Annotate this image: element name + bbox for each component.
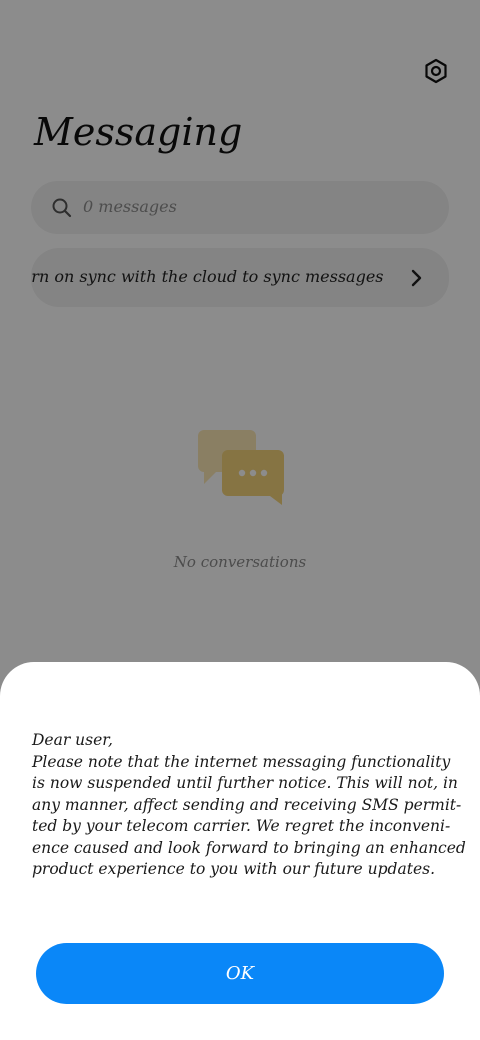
dialog-line: any manner, affect sending and receiving… xyxy=(32,795,462,814)
ok-button[interactable]: OK xyxy=(36,943,444,1004)
dialog-line: product experience to you with our futur… xyxy=(32,860,436,878)
dialog-message: Dear user, Please note that the internet… xyxy=(32,730,468,881)
notice-dialog: Dear user, Please note that the internet… xyxy=(0,662,480,1040)
dialog-line: Please note that the internet messaging … xyxy=(32,752,451,771)
dialog-line: ted by your telecom carrier. We regret t… xyxy=(32,817,451,835)
dialog-line: is now suspended until further notice. T… xyxy=(32,774,458,792)
dialog-line: ence caused and look forward to bringing… xyxy=(32,838,466,857)
dialog-line: Dear user, xyxy=(32,731,113,749)
